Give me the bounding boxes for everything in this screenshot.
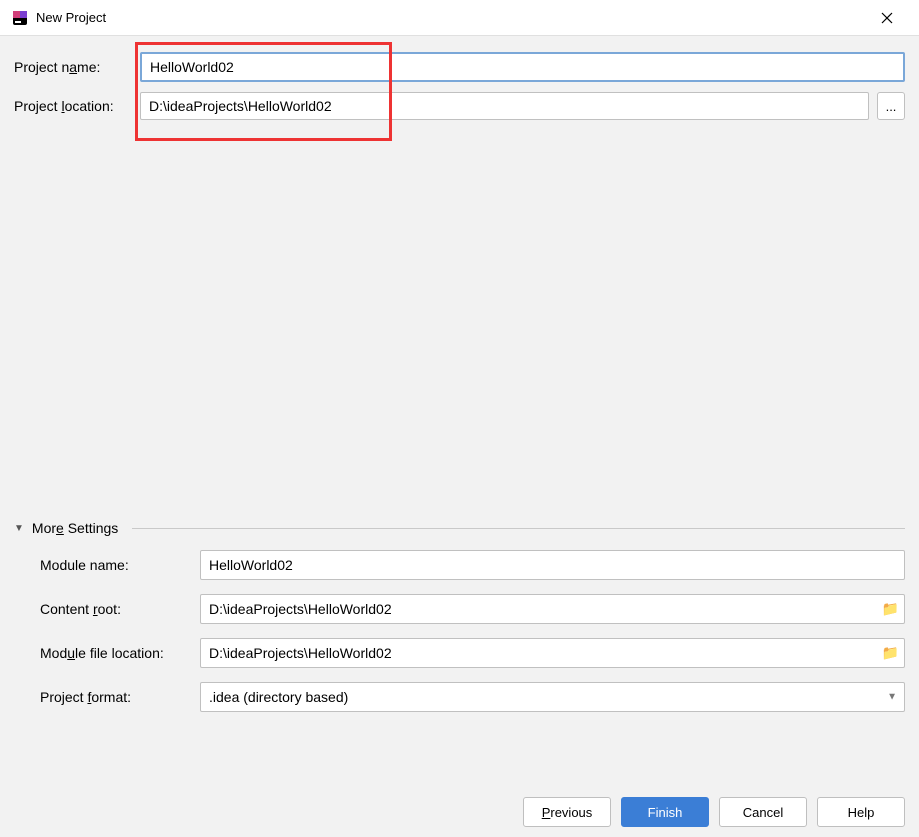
- dialog-footer: Previous Finish Cancel Help: [523, 797, 905, 827]
- project-name-input[interactable]: [140, 52, 905, 82]
- content-root-input[interactable]: [200, 594, 905, 624]
- spacer: [14, 130, 905, 520]
- project-format-label: Project format:: [40, 689, 200, 705]
- project-name-row: Project name:: [14, 52, 905, 82]
- module-file-location-input[interactable]: [200, 638, 905, 668]
- chevron-down-icon: ▼: [14, 523, 24, 534]
- more-settings-label: More Settings: [32, 520, 118, 536]
- finish-button[interactable]: Finish: [621, 797, 709, 827]
- separator-line: [132, 528, 905, 529]
- project-format-row: Project format: .idea (directory based) …: [40, 682, 905, 712]
- module-name-input[interactable]: [200, 550, 905, 580]
- titlebar: New Project: [0, 0, 919, 36]
- project-format-select[interactable]: .idea (directory based): [200, 682, 905, 712]
- module-name-label: Module name:: [40, 557, 200, 573]
- close-icon: [881, 12, 893, 24]
- cancel-button[interactable]: Cancel: [719, 797, 807, 827]
- dialog-content: Project name: Project location: ... ▼ Mo…: [0, 36, 919, 712]
- titlebar-left: New Project: [12, 10, 106, 26]
- close-button[interactable]: [867, 0, 907, 36]
- window-title: New Project: [36, 10, 106, 25]
- previous-button[interactable]: Previous: [523, 797, 611, 827]
- project-name-label: Project name:: [14, 59, 140, 75]
- more-settings-body: Module name: Content root: 📁 Module file…: [14, 550, 905, 712]
- project-location-label: Project location:: [14, 98, 140, 114]
- module-file-location-label: Module file location:: [40, 645, 200, 661]
- help-button[interactable]: Help: [817, 797, 905, 827]
- project-location-input[interactable]: [140, 92, 869, 120]
- browse-location-button[interactable]: ...: [877, 92, 905, 120]
- project-location-row: Project location: ...: [14, 92, 905, 120]
- more-settings-toggle[interactable]: ▼ More Settings: [14, 520, 905, 536]
- content-root-row: Content root: 📁: [40, 594, 905, 624]
- module-file-location-row: Module file location: 📁: [40, 638, 905, 668]
- content-root-label: Content root:: [40, 601, 200, 617]
- module-name-row: Module name:: [40, 550, 905, 580]
- intellij-icon: [12, 10, 28, 26]
